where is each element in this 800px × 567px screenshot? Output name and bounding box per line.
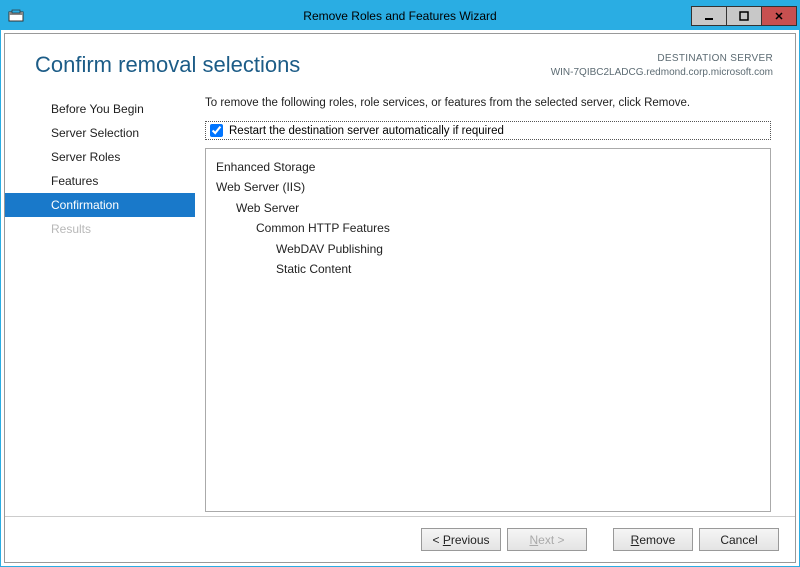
nav-step-confirmation[interactable]: Confirmation (5, 193, 195, 217)
content-pane: To remove the following roles, role serv… (195, 87, 795, 516)
list-item: Enhanced Storage (216, 157, 760, 177)
removal-listbox[interactable]: Enhanced Storage Web Server (IIS) Web Se… (205, 148, 771, 512)
remove-button[interactable]: Remove (613, 528, 693, 551)
list-item: WebDAV Publishing (216, 239, 760, 259)
window-buttons (692, 6, 797, 26)
titlebar: Remove Roles and Features Wizard (1, 1, 799, 30)
nav-step-server-selection[interactable]: Server Selection (5, 121, 195, 145)
cancel-button[interactable]: Cancel (699, 528, 779, 551)
maximize-button[interactable] (726, 6, 762, 26)
list-item: Common HTTP Features (216, 218, 760, 238)
next-button: Next > (507, 528, 587, 551)
wizard-nav: Before You Begin Server Selection Server… (5, 87, 195, 516)
nav-step-features[interactable]: Features (5, 169, 195, 193)
restart-checkbox[interactable] (210, 124, 223, 137)
nav-step-before-you-begin[interactable]: Before You Begin (5, 97, 195, 121)
list-item: Static Content (216, 259, 760, 279)
page-title: Confirm removal selections (35, 52, 300, 78)
nav-step-results: Results (5, 217, 195, 241)
dest-label: DESTINATION SERVER (551, 52, 773, 66)
header: Confirm removal selections DESTINATION S… (5, 34, 795, 87)
previous-button[interactable]: < PPreviousrevious (421, 528, 501, 551)
minimize-button[interactable] (691, 6, 727, 26)
client-area: Confirm removal selections DESTINATION S… (4, 33, 796, 563)
wizard-window: Remove Roles and Features Wizard Confirm… (0, 0, 800, 567)
window-title: Remove Roles and Features Wizard (1, 9, 799, 23)
close-button[interactable] (761, 6, 797, 26)
list-item: Web Server (216, 198, 760, 218)
nav-step-server-roles[interactable]: Server Roles (5, 145, 195, 169)
footer: < PPreviousrevious Next > Remove Cancel (5, 516, 795, 562)
destination-server: DESTINATION SERVER WIN-7QIBC2LADCG.redmo… (551, 52, 773, 79)
app-icon (7, 7, 25, 25)
description-text: To remove the following roles, role serv… (205, 97, 771, 109)
body: Before You Begin Server Selection Server… (5, 87, 795, 516)
restart-label: Restart the destination server automatic… (229, 125, 504, 137)
list-item: Web Server (IIS) (216, 177, 760, 197)
dest-value: WIN-7QIBC2LADCG.redmond.corp.microsoft.c… (551, 66, 773, 80)
restart-checkbox-row[interactable]: Restart the destination server automatic… (205, 121, 771, 140)
